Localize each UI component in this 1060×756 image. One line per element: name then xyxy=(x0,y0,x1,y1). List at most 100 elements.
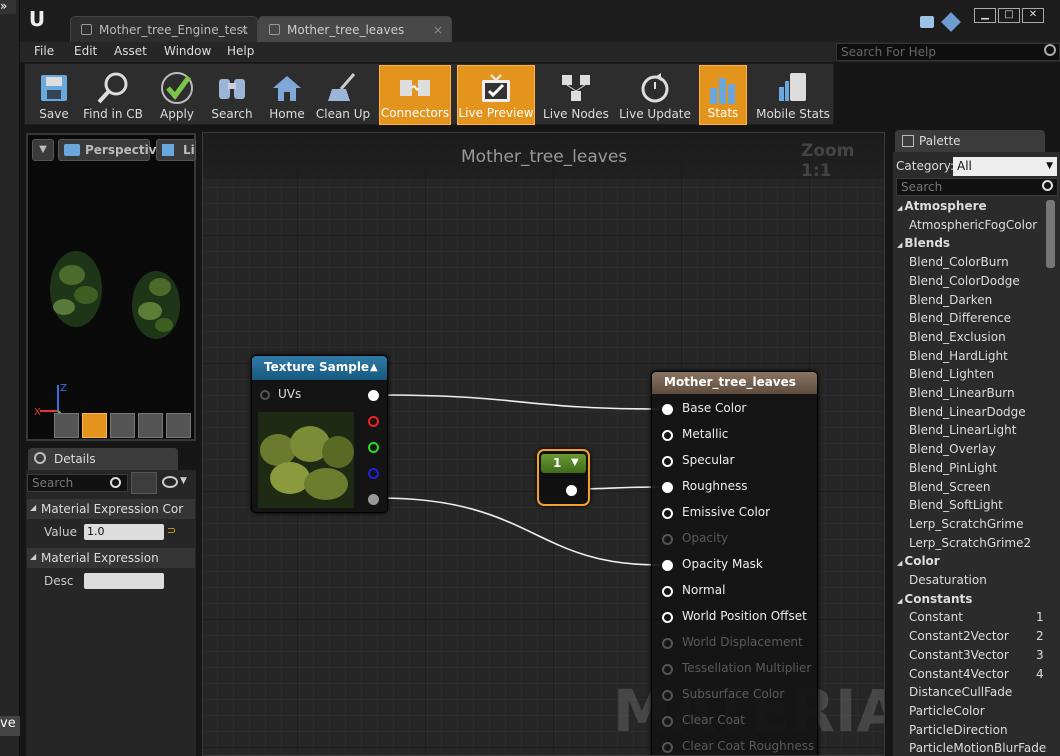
palette-item[interactable]: Blend_Overlay xyxy=(909,442,1049,456)
category-select[interactable]: All ▼ xyxy=(953,157,1057,176)
palette-item[interactable]: Blend_ColorDodge xyxy=(909,274,1049,288)
r-output-pin[interactable] xyxy=(368,416,379,427)
material-result-node[interactable]: Mother_tree_leaves Base Color Metallic Spe… xyxy=(651,371,818,755)
collapse-icon[interactable]: ▲ xyxy=(370,362,378,373)
g-output-pin[interactable] xyxy=(368,442,379,453)
texture-sample-node[interactable]: Texture Sample ▲ UVs xyxy=(251,355,388,513)
constant-output-pin[interactable] xyxy=(566,485,577,496)
mobile-stats-button[interactable]: Mobile Stats xyxy=(755,65,831,125)
palette-item[interactable]: Blend_Darken xyxy=(909,293,1049,307)
material-input-pin[interactable] xyxy=(662,638,673,649)
connectors-button[interactable]: Connectors xyxy=(379,65,451,125)
reset-arrow-icon[interactable]: ⊃ xyxy=(167,524,176,537)
palette-item[interactable]: Blend_HardLight xyxy=(909,349,1049,363)
preview-viewport[interactable]: ▼ Perspective Li Z X xyxy=(26,133,196,441)
menu-file[interactable]: File xyxy=(34,44,54,58)
clean-up-button[interactable]: Clean Up xyxy=(315,65,371,125)
eye-icon[interactable] xyxy=(162,476,178,488)
palette-item[interactable]: Constant3Vector xyxy=(909,648,1049,662)
value-input[interactable]: 1.0 xyxy=(84,524,164,540)
palette-item[interactable]: DistanceCullFade xyxy=(909,685,1049,699)
material-input-pin[interactable] xyxy=(662,534,673,545)
palette-search-input[interactable]: Search xyxy=(896,178,1058,196)
preview-teapot-button[interactable] xyxy=(166,413,191,438)
material-input-pin[interactable] xyxy=(662,430,673,441)
a-output-pin[interactable] xyxy=(368,494,379,505)
palette-item[interactable]: Blend_Exclusion xyxy=(909,330,1049,344)
details-tab[interactable]: Details xyxy=(28,448,178,470)
palette-item[interactable]: Constant2Vector xyxy=(909,629,1049,643)
palette-category[interactable]: ◢ Atmosphere xyxy=(897,199,987,213)
menu-help[interactable]: Help xyxy=(227,44,254,58)
preview-cylinder-button[interactable] xyxy=(54,413,79,438)
chevron-down-icon[interactable]: ▼ xyxy=(571,457,579,468)
palette-item[interactable]: Blend_Difference xyxy=(909,311,1049,325)
menu-window[interactable]: Window xyxy=(164,44,211,58)
material-input-pin[interactable] xyxy=(662,586,673,597)
palette-item[interactable]: Constant xyxy=(909,610,1049,624)
palette-item[interactable]: Constant4Vector xyxy=(909,667,1049,681)
maximize-button[interactable]: □ xyxy=(998,8,1020,23)
rgb-output-pin[interactable] xyxy=(368,390,379,401)
palette-item[interactable]: Desaturation xyxy=(909,573,1049,587)
palette-item[interactable]: ParticleDirection xyxy=(909,723,1049,737)
palette-item[interactable]: Blend_LinearDodge xyxy=(909,405,1049,419)
palette-item[interactable]: AtmosphericFogColor xyxy=(909,218,1049,232)
save-button[interactable]: Save xyxy=(31,65,77,125)
preview-cube-button[interactable] xyxy=(138,413,163,438)
uvs-input-pin[interactable] xyxy=(260,390,270,400)
close-window-button[interactable]: ✕ xyxy=(1022,8,1044,23)
minimize-button[interactable]: ▁ xyxy=(974,8,996,23)
material-input-pin[interactable] xyxy=(662,612,673,623)
grid-view-button[interactable] xyxy=(131,472,157,494)
tab-mother-tree-leaves[interactable]: Mother_tree_leaves × xyxy=(258,16,452,42)
home-button[interactable]: Home xyxy=(263,65,311,125)
palette-category[interactable]: ◢ Blends xyxy=(897,236,950,250)
palette-item[interactable]: ParticleColor xyxy=(909,704,1049,718)
palette-item[interactable]: Blend_Screen xyxy=(909,480,1049,494)
desc-input[interactable] xyxy=(84,573,164,589)
menu-edit[interactable]: Edit xyxy=(74,44,97,58)
palette-item[interactable]: ParticleMotionBlurFade xyxy=(909,741,1049,755)
chat-icon[interactable] xyxy=(920,16,934,28)
tab-mother-tree-engine-test[interactable]: Mother_tree_Engine_test × xyxy=(70,16,258,42)
preview-plane-button[interactable] xyxy=(110,413,135,438)
live-update-button[interactable]: Live Update xyxy=(617,65,693,125)
stats-button[interactable]: Stats xyxy=(699,65,747,125)
palette-item[interactable]: Blend_ColorBurn xyxy=(909,255,1049,269)
chevron-down-icon[interactable]: ▼ xyxy=(180,476,187,486)
search-button[interactable]: Search xyxy=(207,65,257,125)
palette-item[interactable]: Blend_LinearBurn xyxy=(909,386,1049,400)
live-nodes-button[interactable]: Live Nodes xyxy=(539,65,613,125)
material-input-pin[interactable] xyxy=(662,742,673,753)
section-material-expression-constant[interactable]: Material Expression Cor xyxy=(27,499,195,519)
b-output-pin[interactable] xyxy=(368,468,379,479)
material-input-pin[interactable] xyxy=(662,716,673,727)
help-search-input[interactable]: Search For Help xyxy=(836,43,1060,61)
close-icon[interactable]: × xyxy=(239,17,249,43)
palette-item[interactable]: Lerp_ScratchGrime2 xyxy=(909,536,1049,550)
live-preview-button[interactable]: Live Preview xyxy=(457,65,535,125)
material-input-pin[interactable] xyxy=(662,482,673,493)
material-input-pin[interactable] xyxy=(662,690,673,701)
material-input-pin[interactable] xyxy=(662,664,673,675)
material-input-pin[interactable] xyxy=(662,456,673,467)
palette-item[interactable]: Lerp_ScratchGrime xyxy=(909,517,1049,531)
viewport-options-button[interactable]: ▼ xyxy=(32,139,54,161)
palette-item[interactable]: Blend_Lighten xyxy=(909,367,1049,381)
close-icon[interactable]: × xyxy=(433,17,443,43)
palette-item[interactable]: Blend_SoftLight xyxy=(909,498,1049,512)
preview-sphere-button[interactable] xyxy=(82,413,107,438)
menu-asset[interactable]: Asset xyxy=(114,44,147,58)
palette-category[interactable]: ◢ Color xyxy=(897,554,940,568)
material-input-pin[interactable] xyxy=(662,560,673,571)
double-chevron-icon[interactable]: » xyxy=(0,0,16,14)
material-graph-canvas[interactable]: Mother_tree_leaves Zoom 1:1 MATERIAL Tex… xyxy=(202,132,885,756)
material-input-pin[interactable] xyxy=(662,404,673,415)
palette-category[interactable]: ◢ Constants xyxy=(897,592,972,606)
constant-node[interactable]: 1 ▼ xyxy=(537,449,590,506)
palette-tab[interactable]: Palette xyxy=(895,130,1045,152)
material-input-pin[interactable] xyxy=(662,508,673,519)
section-material-expression[interactable]: Material Expression xyxy=(27,548,195,568)
find-in-cb-button[interactable]: Find in CB xyxy=(81,65,145,125)
